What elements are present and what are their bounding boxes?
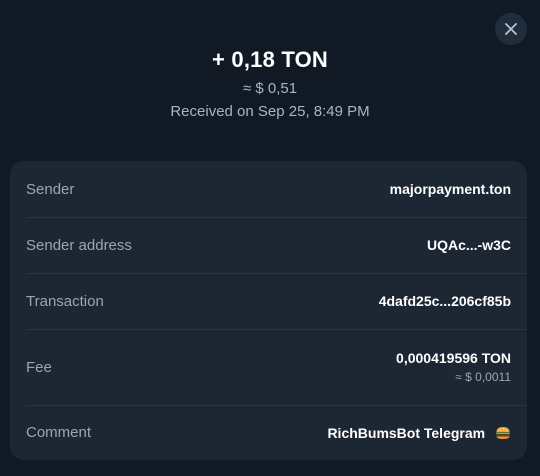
close-button[interactable] (495, 13, 527, 45)
close-icon (504, 22, 518, 36)
amount-title: + 0,18 TON (212, 47, 328, 72)
transaction-label: Transaction (26, 292, 104, 310)
transaction-header: + 0,18 TON ≈ $ 0,51 Received on Sep 25, … (0, 44, 540, 122)
fiat-amount: ≈ $ 0,51 (242, 80, 298, 97)
sender-label: Sender (26, 180, 75, 198)
sender-value[interactable]: majorpayment.ton (390, 181, 511, 197)
comment-row[interactable]: Comment RichBumsBot Telegram (10, 405, 527, 460)
sender-row[interactable]: Sender majorpayment.ton (10, 161, 527, 217)
comment-value: RichBumsBot Telegram (327, 424, 486, 441)
fee-row: Fee 0,000419596 TON ≈ $ 0,0011 (10, 329, 527, 405)
burger-emoji-icon (495, 426, 511, 440)
comment-value-wrap[interactable]: RichBumsBot Telegram (327, 425, 511, 441)
sender-address-value[interactable]: UQAc...-w3C (427, 237, 511, 253)
sender-address-row[interactable]: Sender address UQAc...-w3C (10, 217, 527, 273)
fee-value: 0,000419596 TON (396, 350, 511, 366)
fee-values: 0,000419596 TON ≈ $ 0,0011 (396, 350, 511, 384)
fee-label: Fee (26, 358, 52, 376)
comment-label: Comment (26, 424, 92, 441)
transaction-hash-value[interactable]: 4dafd25c...206cf85b (379, 293, 511, 309)
sender-address-label: Sender address (26, 236, 132, 254)
transaction-details-card: Sender majorpayment.ton Sender address U… (10, 161, 527, 460)
fee-fiat-value: ≈ $ 0,0011 (455, 370, 511, 384)
received-date: Received on Sep 25, 8:49 PM (170, 103, 370, 120)
transaction-row[interactable]: Transaction 4dafd25c...206cf85b (10, 273, 527, 329)
